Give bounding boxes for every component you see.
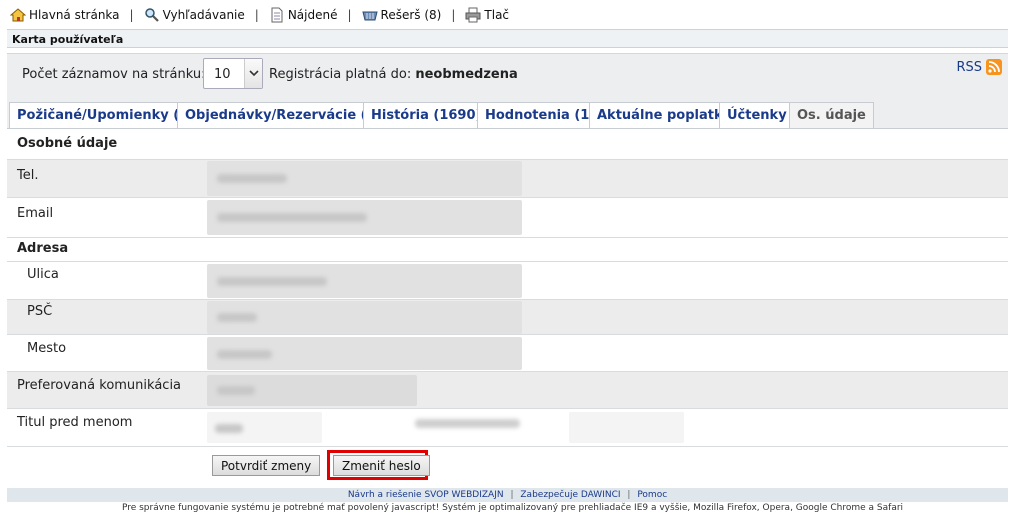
home-link[interactable]: Hlavná stránka: [10, 7, 120, 23]
footer-separator: |: [627, 490, 631, 500]
footer-secured-link[interactable]: Zabezpečuje DAWINCI: [520, 490, 620, 500]
search-link[interactable]: Vyhľadávanie: [144, 7, 245, 23]
rss-link[interactable]: RSS: [956, 59, 1002, 75]
resers-link[interactable]: Rešerš (8): [361, 7, 442, 23]
tab-current-fees[interactable]: Aktuálne poplatky: [589, 102, 740, 128]
title-before-field[interactable]: [207, 412, 322, 443]
section-address-row: Adresa: [7, 238, 1008, 262]
email-field[interactable]: [207, 200, 522, 235]
street-row: Ulica: [7, 262, 1008, 300]
basket-icon: [361, 7, 378, 23]
city-row: Mesto: [7, 335, 1008, 372]
preferred-label: Preferovaná komunikácia: [17, 378, 182, 393]
per-page-select[interactable]: 10: [203, 58, 263, 89]
preferred-row: Preferovaná komunikácia: [7, 372, 1008, 409]
found-link-label: Nájdené: [287, 8, 338, 22]
footer-design-link[interactable]: Návrh a riešenie SVOP WEBDIZAJN: [348, 490, 504, 500]
tab-history[interactable]: História (1690): [363, 102, 490, 128]
zip-field[interactable]: [207, 301, 522, 334]
section-personal-row: Osobné údaje: [7, 129, 1008, 160]
registration-label: Registrácia platná do:: [269, 67, 412, 82]
title-row: Titul pred menom: [7, 409, 1008, 447]
buttons-row: Potvrdiť zmeny Zmeniť heslo: [7, 447, 1008, 483]
resers-link-label: Rešerš (8): [380, 8, 442, 22]
tab-ratings[interactable]: Hodnotenia (1): [477, 102, 604, 128]
print-link[interactable]: Tlač: [465, 7, 509, 23]
tab-receipts[interactable]: Účtenky: [719, 102, 795, 128]
section-personal-heading: Osobné údaje: [17, 136, 118, 151]
printer-icon: [465, 7, 481, 23]
nav-separator: |: [451, 8, 456, 22]
tab-borrowed[interactable]: Požičané/Upomienky (5): [9, 102, 203, 128]
panel-title: Karta používateľa: [7, 29, 1008, 48]
rss-label: RSS: [956, 59, 982, 75]
per-page-value: 10: [214, 67, 231, 82]
email-row: Email: [7, 198, 1008, 238]
street-field[interactable]: [207, 264, 522, 298]
search-link-label: Vyhľadávanie: [162, 8, 245, 22]
home-icon: [10, 7, 26, 23]
tab-orders[interactable]: Objednávky/Rezervácie (0): [177, 102, 390, 128]
tab-bar: Požičané/Upomienky (5) Objednávky/Rezerv…: [7, 95, 1008, 129]
city-label: Mesto: [27, 341, 67, 356]
footer-help-link[interactable]: Pomoc: [637, 490, 667, 500]
email-label: Email: [17, 206, 54, 221]
nav-separator: |: [347, 8, 352, 22]
per-page-label: Počet záznamov na stránku:: [22, 67, 206, 82]
found-link[interactable]: Nájdené: [269, 7, 338, 23]
footer-links: Návrh a riešenie SVOP WEBDIZAJN | Zabezp…: [7, 488, 1008, 502]
title-after-field[interactable]: [569, 412, 684, 443]
tel-row: Tel.: [7, 160, 1008, 198]
change-password-button[interactable]: Zmeniť heslo: [333, 455, 430, 476]
nav-separator: |: [129, 8, 134, 22]
toolbar: Počet záznamov na stránku: 10 Registráci…: [7, 53, 1008, 95]
title-before-label: Titul pred menom: [17, 415, 133, 430]
zip-label: PSČ: [27, 304, 53, 319]
home-link-label: Hlavná stránka: [29, 8, 120, 22]
print-link-label: Tlač: [484, 8, 510, 22]
top-navigation: Hlavná stránka | Vyhľadávanie | Nájdené …: [10, 5, 509, 25]
registration-info: Registrácia platná do: neobmedzena: [269, 67, 518, 82]
document-icon: [269, 7, 285, 23]
confirm-changes-button[interactable]: Potvrdiť zmeny: [212, 455, 321, 476]
magnifier-icon: [144, 7, 160, 23]
nav-separator: |: [254, 8, 259, 22]
title-after-label: [415, 419, 520, 428]
tab-personal-data[interactable]: Os. údaje: [789, 102, 874, 128]
chevron-down-icon: [244, 59, 262, 88]
tel-label: Tel.: [17, 168, 39, 183]
preferred-select[interactable]: [207, 375, 417, 406]
registration-value: neobmedzena: [415, 67, 518, 82]
footer-note: Pre správne fungovanie systému je potreb…: [121, 503, 904, 513]
rss-icon: [986, 59, 1002, 75]
zip-row: PSČ: [7, 300, 1008, 335]
section-address-heading: Adresa: [17, 241, 69, 256]
footer-separator: |: [510, 490, 514, 500]
tel-field[interactable]: [207, 161, 522, 196]
city-field[interactable]: [207, 337, 522, 370]
street-label: Ulica: [27, 267, 59, 282]
